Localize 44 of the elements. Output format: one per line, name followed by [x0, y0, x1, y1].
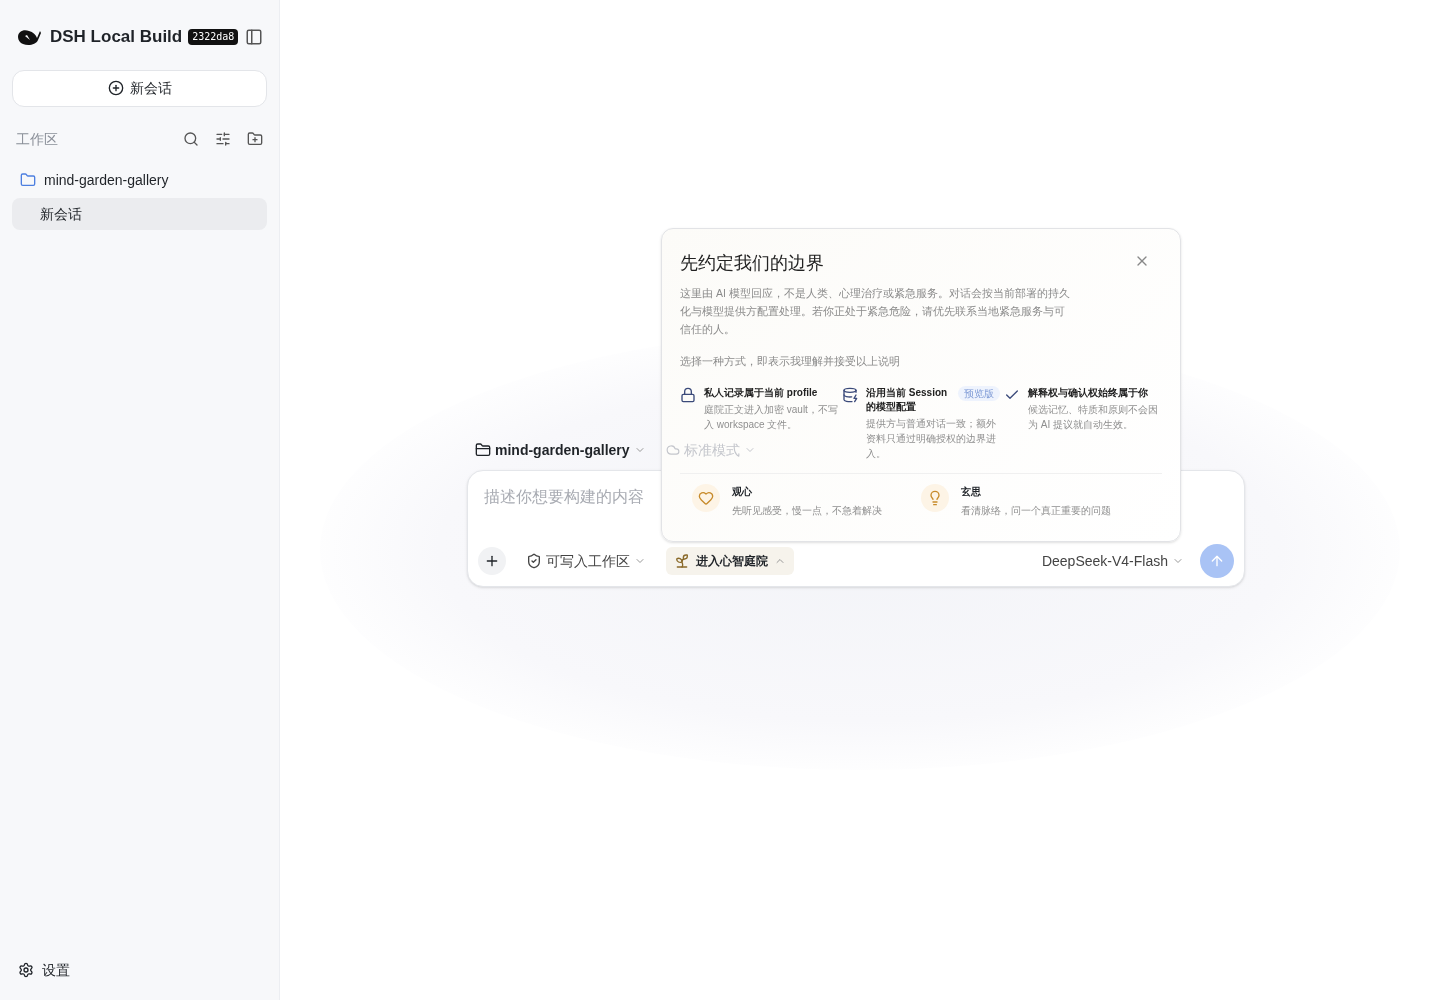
- permission-selector[interactable]: 可写入工作区: [526, 551, 646, 571]
- sidebar-toggle-icon[interactable]: [245, 27, 263, 46]
- settings-item[interactable]: 设置: [12, 960, 267, 980]
- point-description: 候选记忆、特质和原则不会因为 AI 提议就自动生效。: [1028, 402, 1159, 432]
- preview-badge: 预览版: [958, 385, 1000, 401]
- bulb-icon: [921, 483, 949, 512]
- cloud-icon: [665, 443, 680, 457]
- add-button[interactable]: [478, 547, 506, 575]
- sprout-icon: [674, 553, 690, 569]
- plus-icon: [484, 553, 500, 569]
- point-description: 庭院正文进入加密 vault，不写入 workspace 文件。: [704, 402, 838, 432]
- app-title: DSH Local Build: [50, 26, 183, 48]
- filter-icon[interactable]: [215, 130, 231, 147]
- dialog-title: 先约定我们的边界: [680, 251, 824, 275]
- model-selector[interactable]: DeepSeek-V4-Flash: [1041, 551, 1184, 571]
- mode-title: 观心: [732, 484, 753, 499]
- point-title: 沿用当前 Session 的模型配置: [866, 385, 949, 414]
- chat-item[interactable]: 新会话: [12, 197, 267, 230]
- new-chat-button[interactable]: 新会话: [12, 69, 267, 107]
- mode-title: 玄思: [961, 484, 982, 499]
- new-folder-icon[interactable]: [247, 130, 263, 147]
- folder-selector[interactable]: mind-garden-gallery: [475, 440, 646, 460]
- point-title: 解释权与确认权始终属于你: [1028, 385, 1148, 400]
- folder-icon: [475, 442, 491, 458]
- plus-circle-icon: [107, 80, 124, 96]
- mode-option[interactable]: 观心 先听见感受，慢一点，不急着解决: [692, 483, 921, 518]
- dialog-prompt: 选择一种方式，即表示我理解并接受以上说明: [680, 354, 901, 369]
- garden-button[interactable]: 进入心智庭院: [666, 547, 794, 575]
- dialog-body: 这里由 AI 模型回应，不是人类、心理治疗或紧急服务。对话会按当前部署的持久化与模型提供方配置处理。若你正处于紧急危险，请优先联系当地紧急服务与可信任的人。: [680, 286, 1071, 337]
- workspace-label: 工作区: [16, 129, 58, 149]
- message-input[interactable]: 描述你想要构建的内容: [478, 485, 658, 509]
- point-title: 私人记录属于当前 profile: [704, 385, 818, 400]
- lock-icon: [680, 386, 696, 403]
- point-description: 提供方与普通对话一致；额外资料只通过明确授权的边界进入。: [866, 416, 997, 461]
- mode-description: 先听见感受，慢一点，不急着解决: [732, 503, 882, 518]
- workspace-item[interactable]: mind-garden-gallery: [12, 162, 267, 198]
- folder-icon: [20, 172, 36, 188]
- settings-icon: [18, 962, 34, 978]
- search-icon[interactable]: [183, 130, 199, 147]
- mode-option[interactable]: 玄思 看清脉络，问一个真正重要的问题: [921, 483, 1150, 518]
- build-badge: 2322da8: [188, 28, 239, 45]
- mode-description: 看清脉络，问一个真正重要的问题: [961, 503, 1111, 518]
- database-icon: [842, 386, 858, 403]
- shield-check-icon: [526, 553, 542, 569]
